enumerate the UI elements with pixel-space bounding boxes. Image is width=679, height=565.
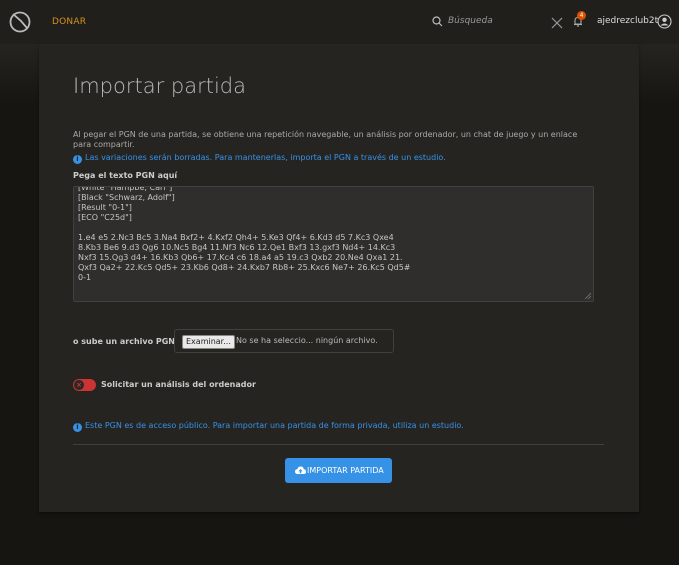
public-note-text: Este PGN es de acceso público. Para impo… <box>85 421 464 430</box>
page-title: Importar partida <box>73 74 246 98</box>
logo-icon[interactable] <box>8 10 32 34</box>
import-button-label: IMPORTAR PARTIDA <box>307 466 384 475</box>
divider <box>73 444 604 445</box>
toggle-off-icon: × <box>74 380 84 390</box>
user-icon[interactable] <box>657 14 672 29</box>
search-placeholder: Búsqueda <box>448 16 493 26</box>
resize-handle-icon[interactable] <box>584 292 591 299</box>
info-icon: i <box>73 155 82 164</box>
upload-cloud-icon <box>295 466 306 474</box>
username-link[interactable]: ajedrezclub2t <box>597 16 658 26</box>
pgn-textarea[interactable]: [White "Hampbe, Carl"] [Black "Schwarz, … <box>73 186 594 302</box>
file-status-text: No se ha seleccio... ningún archivo. <box>236 336 378 345</box>
search-icon <box>432 16 443 27</box>
import-button[interactable]: IMPORTAR PARTIDA <box>285 458 392 483</box>
top-bar: DONAR Búsqueda 4 ajedrezclub2t <box>0 0 679 44</box>
notification-badge: 4 <box>577 11 586 20</box>
pgn-label: Pega el texto PGN aquí <box>73 171 178 180</box>
donate-link[interactable]: DONAR <box>52 17 86 27</box>
browse-button[interactable]: Examinar... <box>182 335 235 349</box>
analysis-label: Solicitar un análisis del ordenador <box>101 380 256 389</box>
variations-note-text: Las variaciones serán borradas. Para man… <box>85 153 446 162</box>
file-upload-label: o sube un archivo PGN <box>73 337 175 346</box>
info-icon: i <box>73 423 82 432</box>
analysis-toggle[interactable]: × <box>73 379 96 391</box>
public-note[interactable]: i Este PGN es de acceso público. Para imp… <box>73 421 464 432</box>
close-icon[interactable] <box>551 17 563 29</box>
pgn-textarea-content: [White "Hampbe, Carl"] [Black "Schwarz, … <box>78 186 411 282</box>
intro-text: Al pegar el PGN de una partida, se obtie… <box>73 130 578 149</box>
file-input[interactable]: Examinar... No se ha seleccio... ningún … <box>174 329 394 353</box>
variations-note[interactable]: i Las variaciones serán borradas. Para ma… <box>73 153 446 164</box>
